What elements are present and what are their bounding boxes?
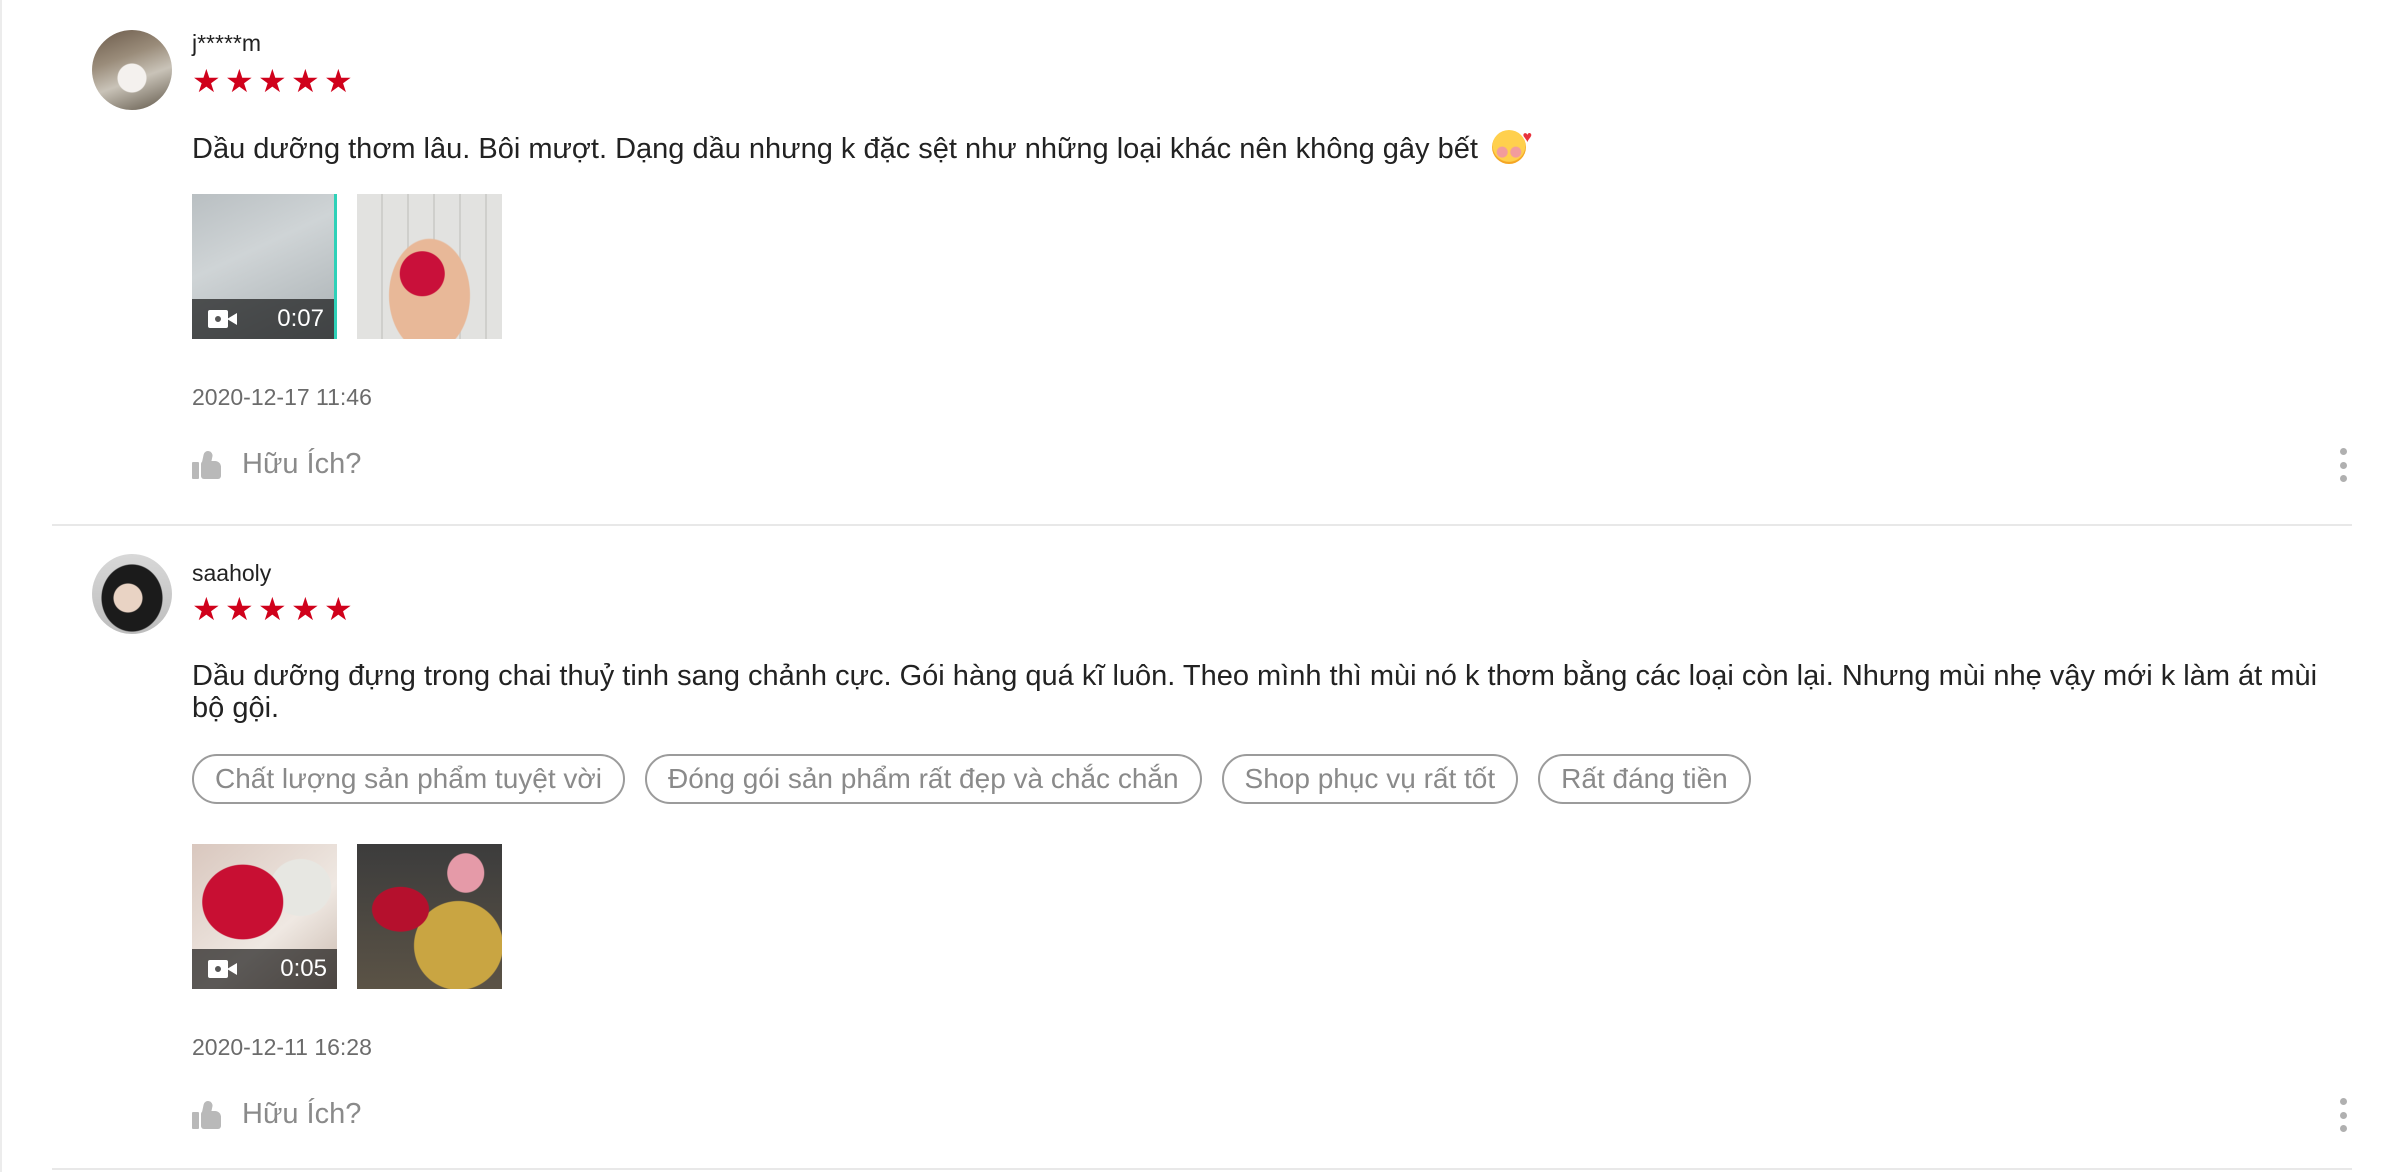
photo-thumbnail[interactable] <box>357 844 502 989</box>
helpful-button[interactable]: Hữu Ích? <box>192 448 361 481</box>
review-tag: Rất đáng tiền <box>1538 754 1751 804</box>
thumbs-up-icon[interactable] <box>192 449 222 480</box>
video-thumbnail[interactable]: 0:07 <box>192 194 337 339</box>
video-duration: 0:07 <box>277 305 324 332</box>
review-timestamp: 2020-12-17 11:46 <box>192 384 372 410</box>
star-icon: ★ <box>324 591 353 627</box>
helpful-label[interactable]: Hữu Ích? <box>242 448 361 481</box>
star-icon: ★ <box>258 591 287 627</box>
star-rating: ★ ★ ★ ★ ★ <box>192 591 355 627</box>
video-info-bar: 0:07 <box>192 299 334 339</box>
review-timestamp: 2020-12-11 16:28 <box>192 1034 372 1060</box>
smiling-face-with-hearts-icon <box>1491 122 1532 164</box>
review-comment-text: Dầu dưỡng thơm lâu. Bôi mượt. Dạng dầu n… <box>192 133 1478 165</box>
review-username[interactable]: saaholy <box>192 560 271 587</box>
page-edge <box>0 0 2 1172</box>
review-tag: Chất lượng sản phẩm tuyệt vời <box>192 754 625 804</box>
star-icon: ★ <box>192 63 221 99</box>
review-divider <box>52 1168 2352 1170</box>
star-icon: ★ <box>192 591 221 627</box>
star-icon: ★ <box>225 63 254 99</box>
review-tag: Đóng gói sản phẩm rất đẹp và chắc chắn <box>644 754 1202 804</box>
review-tag: Shop phục vụ rất tốt <box>1221 754 1519 804</box>
video-camera-icon <box>208 958 238 980</box>
review-media: 0:07 <box>192 194 502 339</box>
helpful-label[interactable]: Hữu Ích? <box>242 1098 361 1131</box>
user-avatar[interactable] <box>92 30 172 110</box>
user-avatar[interactable] <box>92 554 172 634</box>
star-icon: ★ <box>258 63 287 99</box>
review-tags: Chất lượng sản phẩm tuyệt vời Đóng gói s… <box>192 754 1751 804</box>
video-duration: 0:05 <box>280 955 327 982</box>
star-icon: ★ <box>291 591 320 627</box>
review-comment: Dầu dưỡng thơm lâu. Bôi mượt. Dạng dầu n… <box>192 122 2352 165</box>
more-vertical-icon[interactable] <box>2338 1098 2348 1132</box>
review-item: j*****m ★ ★ ★ ★ ★ Dầu dưỡng thơm lâu. Bô… <box>52 0 2352 522</box>
video-thumbnail[interactable]: 0:05 <box>192 844 337 989</box>
more-vertical-icon[interactable] <box>2338 448 2348 482</box>
helpful-button[interactable]: Hữu Ích? <box>192 1098 361 1131</box>
thumbs-up-icon[interactable] <box>192 1099 222 1130</box>
review-username[interactable]: j*****m <box>192 30 261 57</box>
review-divider <box>52 524 2352 526</box>
review-list: j*****m ★ ★ ★ ★ ★ Dầu dưỡng thơm lâu. Bô… <box>0 0 2392 1172</box>
star-rating: ★ ★ ★ ★ ★ <box>192 63 355 99</box>
star-icon: ★ <box>225 591 254 627</box>
photo-thumbnail[interactable] <box>357 194 502 339</box>
video-camera-icon <box>208 308 238 330</box>
review-media: 0:05 <box>192 844 502 989</box>
review-comment: Dầu dưỡng đựng trong chai thuỷ tinh sang… <box>192 660 2318 724</box>
review-item: saaholy ★ ★ ★ ★ ★ Dầu dưỡng đựng trong c… <box>52 528 2352 1172</box>
video-info-bar: 0:05 <box>192 949 337 989</box>
star-icon: ★ <box>324 63 353 99</box>
star-icon: ★ <box>291 63 320 99</box>
